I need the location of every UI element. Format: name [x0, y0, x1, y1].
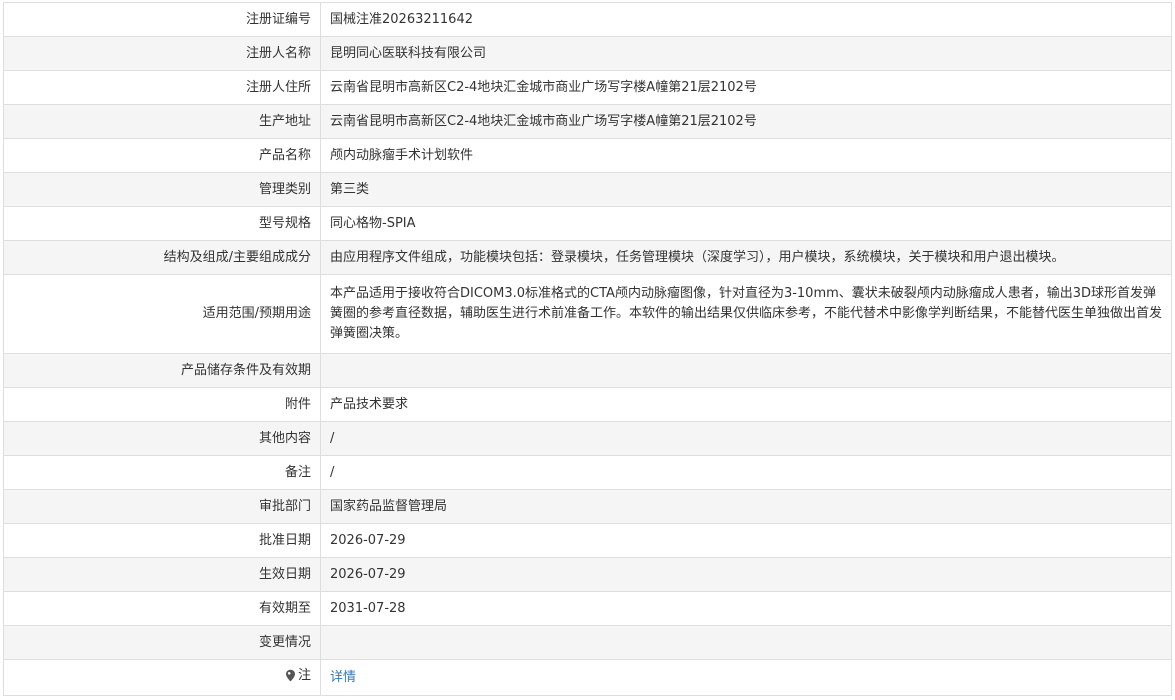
label-product-name: 产品名称: [3, 138, 321, 173]
value-model-spec: 同心格物-SPIA: [320, 206, 1172, 241]
row-approval-date: 批准日期 2026-07-29: [3, 523, 1172, 558]
row-management-category: 管理类别 第三类: [3, 172, 1172, 207]
row-production-address: 生产地址 云南省昆明市高新区C2-4地块汇金城市商业广场写字楼A幢第21层210…: [3, 104, 1172, 139]
value-remarks: /: [320, 455, 1172, 490]
value-storage-conditions: [320, 353, 1172, 388]
label-change-history: 变更情况: [3, 625, 321, 660]
row-registrant-address: 注册人住所 云南省昆明市高新区C2-4地块汇金城市商业广场写字楼A幢第21层21…: [3, 70, 1172, 105]
row-change-history: 变更情况: [3, 625, 1172, 660]
registration-detail-panel: 注册证编号 国械注准20263211642 注册人名称 昆明同心医联科技有限公司…: [0, 0, 1175, 700]
label-structure-composition: 结构及组成/主要组成成分: [3, 240, 321, 275]
row-other-content: 其他内容 /: [3, 421, 1172, 456]
value-production-address: 云南省昆明市高新区C2-4地块汇金城市商业广场写字楼A幢第21层2102号: [320, 104, 1172, 139]
value-product-name: 颅内动脉瘤手术计划软件: [320, 138, 1172, 173]
label-model-spec: 型号规格: [3, 206, 321, 241]
registration-detail-table: 注册证编号 国械注准20263211642 注册人名称 昆明同心医联科技有限公司…: [3, 2, 1172, 696]
label-intended-use: 适用范围/预期用途: [3, 274, 321, 354]
label-registration-number: 注册证编号: [3, 2, 321, 37]
row-remarks: 备注 /: [3, 455, 1172, 490]
pin-icon: [285, 670, 295, 682]
value-effective-date: 2026-07-29: [320, 557, 1172, 592]
value-registrant-address: 云南省昆明市高新区C2-4地块汇金城市商业广场写字楼A幢第21层2102号: [320, 70, 1172, 105]
value-change-history: [320, 625, 1172, 660]
label-management-category: 管理类别: [3, 172, 321, 207]
value-other-content: /: [320, 421, 1172, 456]
value-approval-date: 2026-07-29: [320, 523, 1172, 558]
note-label-text: 注: [297, 667, 311, 683]
label-note: 注: [3, 659, 321, 696]
value-valid-until: 2031-07-28: [320, 591, 1172, 626]
label-storage-conditions: 产品储存条件及有效期: [3, 353, 321, 388]
row-registrant-name: 注册人名称 昆明同心医联科技有限公司: [3, 36, 1172, 71]
value-registration-number: 国械注准20263211642: [320, 2, 1172, 37]
row-storage-conditions: 产品储存条件及有效期: [3, 353, 1172, 388]
row-attachments: 附件 产品技术要求: [3, 387, 1172, 422]
value-attachments: 产品技术要求: [320, 387, 1172, 422]
note-label-group: 注: [285, 666, 311, 686]
label-registrant-address: 注册人住所: [3, 70, 321, 105]
label-approval-department: 审批部门: [3, 489, 321, 524]
label-valid-until: 有效期至: [3, 591, 321, 626]
row-product-name: 产品名称 颅内动脉瘤手术计划软件: [3, 138, 1172, 173]
row-note: 注 详情: [3, 659, 1172, 696]
label-attachments: 附件: [3, 387, 321, 422]
label-effective-date: 生效日期: [3, 557, 321, 592]
label-other-content: 其他内容: [3, 421, 321, 456]
value-approval-department: 国家药品监督管理局: [320, 489, 1172, 524]
row-structure-composition: 结构及组成/主要组成成分 由应用程序文件组成，功能模块包括：登录模块，任务管理模…: [3, 240, 1172, 275]
row-approval-department: 审批部门 国家药品监督管理局: [3, 489, 1172, 524]
value-intended-use: 本产品适用于接收符合DICOM3.0标准格式的CTA颅内动脉瘤图像，针对直径为3…: [320, 274, 1172, 354]
label-production-address: 生产地址: [3, 104, 321, 139]
value-management-category: 第三类: [320, 172, 1172, 207]
label-registrant-name: 注册人名称: [3, 36, 321, 71]
label-remarks: 备注: [3, 455, 321, 490]
row-registration-number: 注册证编号 国械注准20263211642: [3, 2, 1172, 37]
value-structure-composition: 由应用程序文件组成，功能模块包括：登录模块，任务管理模块（深度学习），用户模块，…: [320, 240, 1172, 275]
label-approval-date: 批准日期: [3, 523, 321, 558]
value-registrant-name: 昆明同心医联科技有限公司: [320, 36, 1172, 71]
row-valid-until: 有效期至 2031-07-28: [3, 591, 1172, 626]
row-effective-date: 生效日期 2026-07-29: [3, 557, 1172, 592]
row-model-spec: 型号规格 同心格物-SPIA: [3, 206, 1172, 241]
row-intended-use: 适用范围/预期用途 本产品适用于接收符合DICOM3.0标准格式的CTA颅内动脉…: [3, 274, 1172, 354]
value-note: 详情: [320, 659, 1172, 696]
details-link[interactable]: 详情: [330, 670, 356, 685]
